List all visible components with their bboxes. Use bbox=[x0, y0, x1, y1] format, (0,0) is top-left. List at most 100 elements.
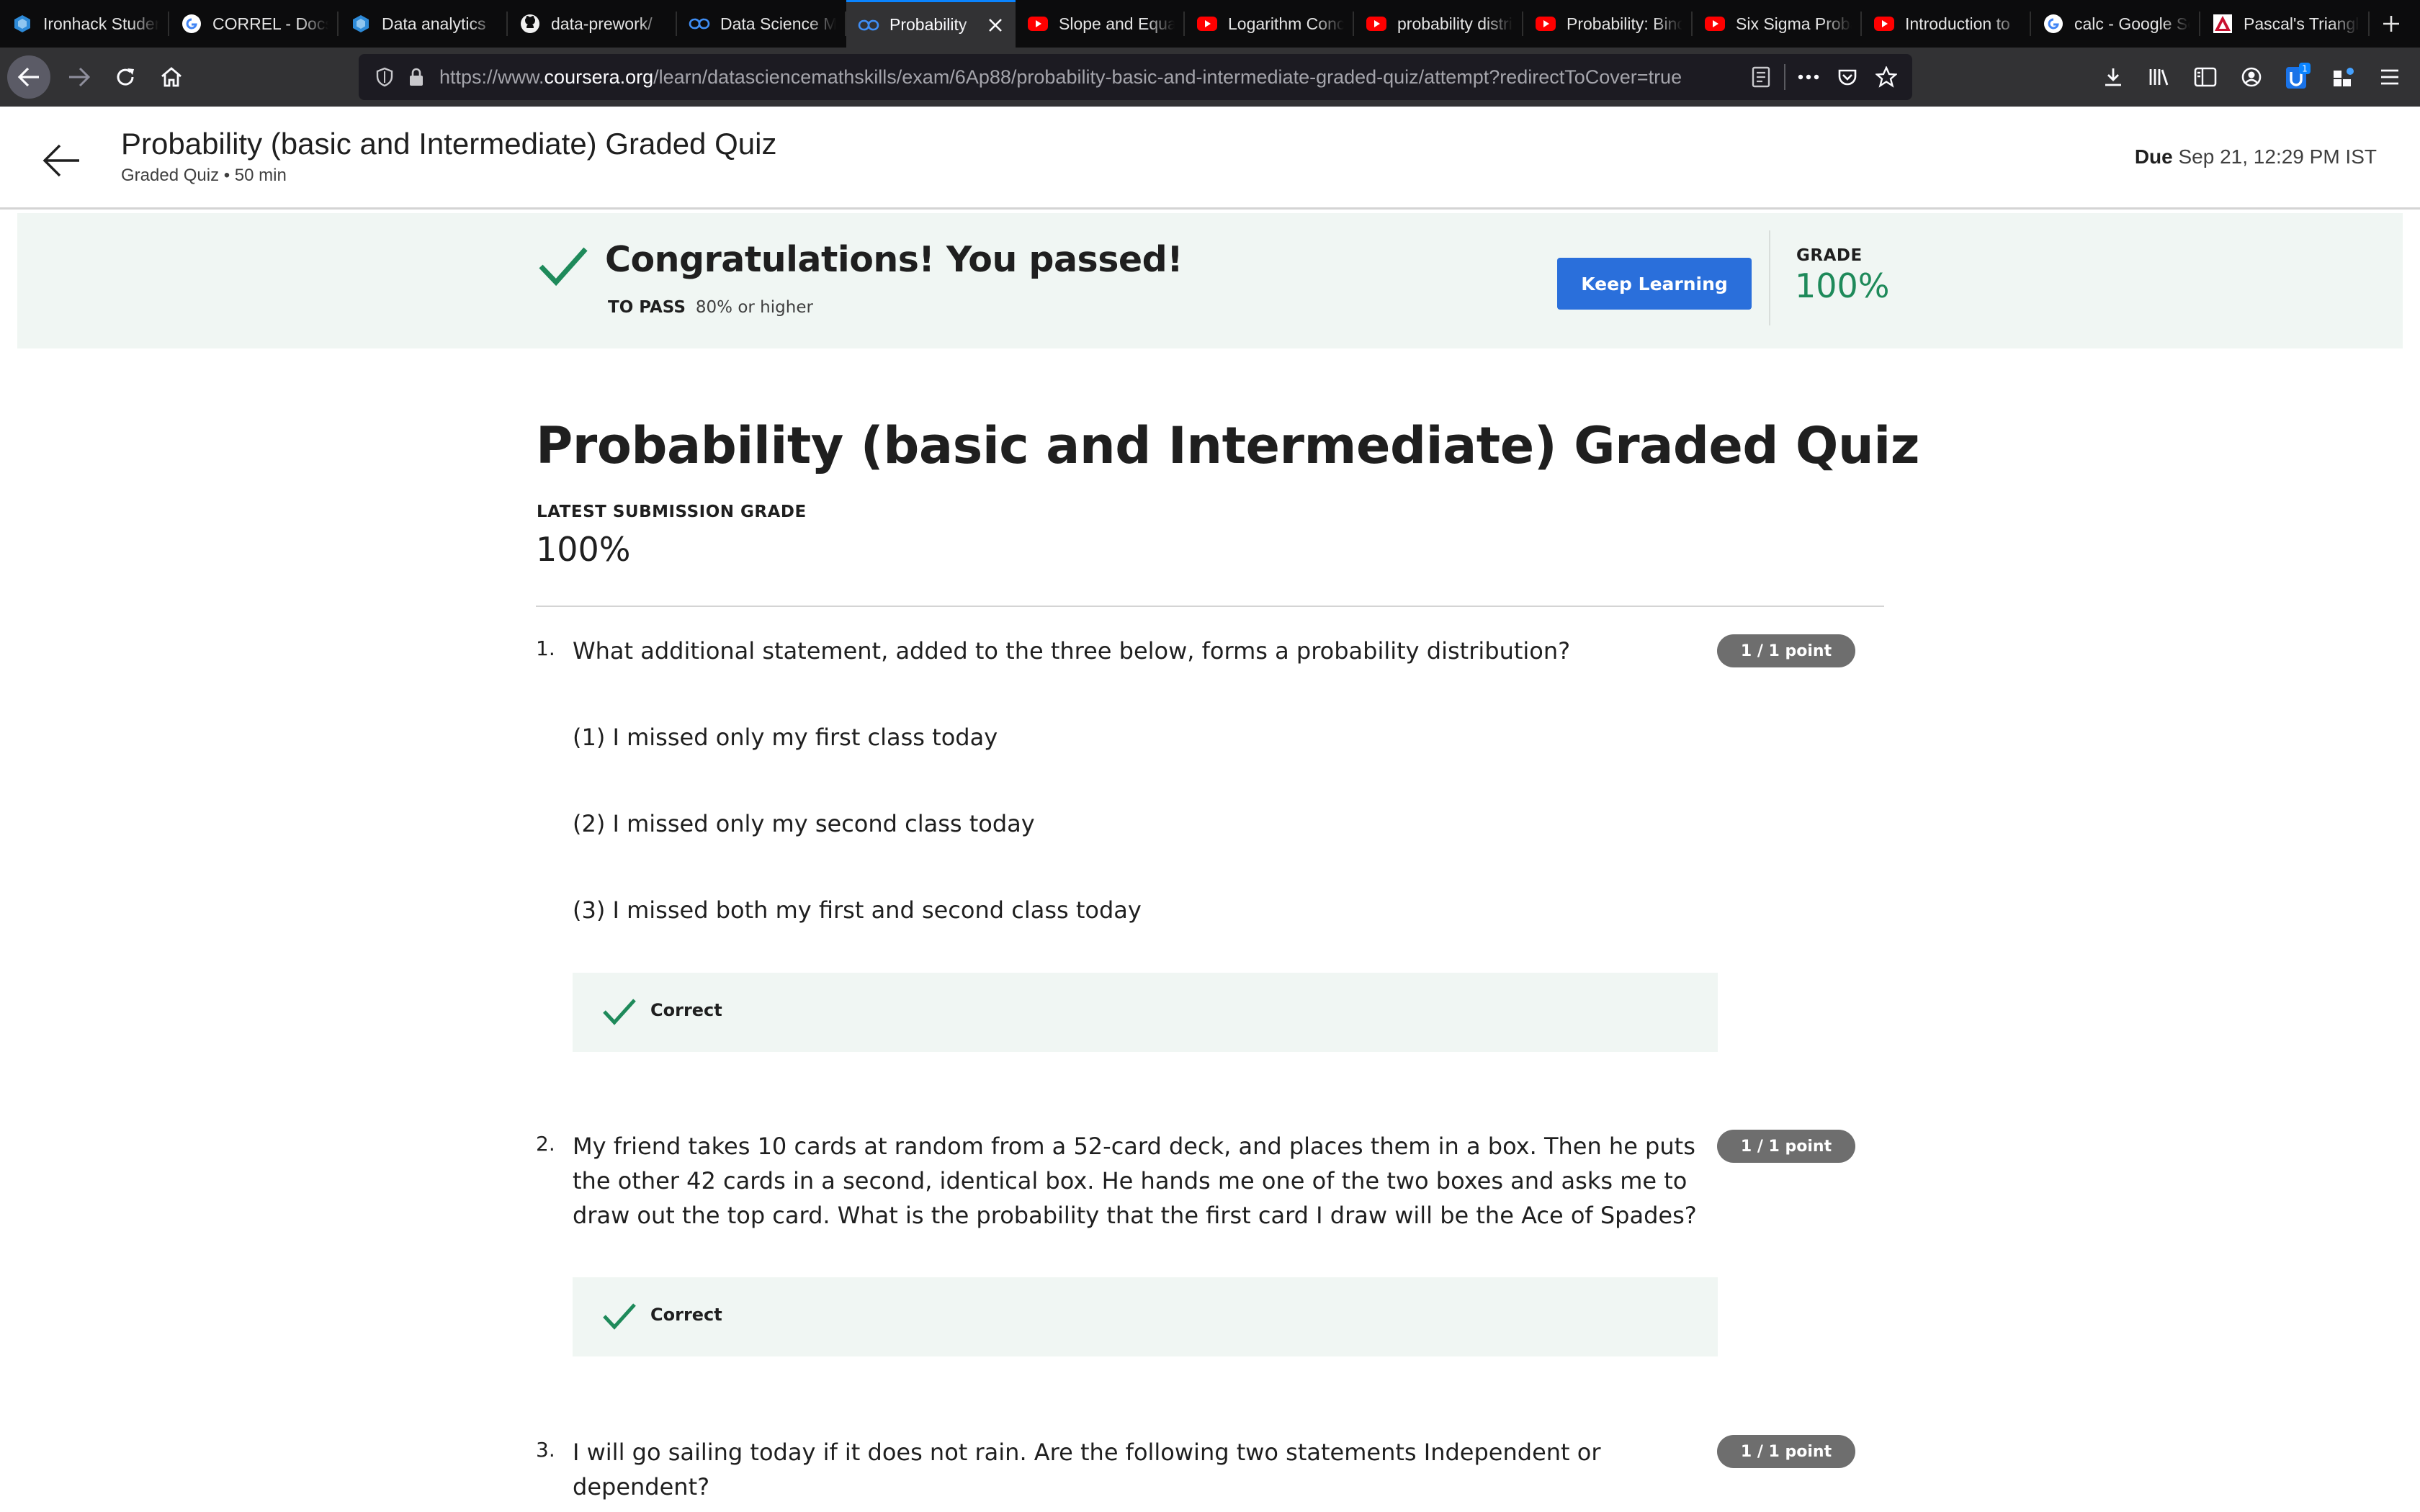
bookmark-star-icon[interactable] bbox=[1870, 61, 1902, 93]
ironhack-icon bbox=[12, 13, 33, 35]
passed-message: Congratulations! You passed! bbox=[605, 239, 1183, 280]
menu-hamburger-icon[interactable] bbox=[2367, 54, 2413, 100]
browser-tab-2[interactable]: Data analytics bbox=[339, 0, 508, 48]
browser-tab-0[interactable]: Ironhack Student Portal bbox=[0, 0, 169, 48]
back-arrow-icon[interactable] bbox=[36, 135, 86, 186]
browser-toolbar: https://www.coursera.org/learn/datascien… bbox=[0, 48, 2420, 107]
forward-button[interactable] bbox=[56, 54, 102, 100]
youtube-icon bbox=[1535, 13, 1556, 35]
downloads-icon[interactable] bbox=[2090, 54, 2136, 100]
tab-title: Probability bbox=[889, 15, 967, 34]
feedback-label: Correct bbox=[650, 1000, 722, 1020]
url-text[interactable]: https://www.coursera.org/learn/datascien… bbox=[439, 66, 1729, 89]
coursera-icon bbox=[858, 14, 879, 36]
due-value: Sep 21, 12:29 PM IST bbox=[2178, 145, 2378, 168]
due-date: Due Sep 21, 12:29 PM IST bbox=[2135, 145, 2377, 168]
correct-feedback: Correct bbox=[573, 973, 1718, 1052]
latest-grade-label: LATEST SUBMISSION GRADE bbox=[537, 503, 807, 521]
browser-tab-7[interactable]: Logarithm Concepts bbox=[1185, 0, 1354, 48]
youtube-icon bbox=[1366, 13, 1387, 35]
youtube-icon bbox=[1873, 13, 1895, 35]
reload-button[interactable] bbox=[102, 54, 148, 100]
browser-tab-bar: Ironhack Student Portal CORREL - Docs Ed… bbox=[0, 0, 2420, 48]
close-tab-icon[interactable] bbox=[985, 15, 1005, 35]
home-button[interactable] bbox=[148, 54, 194, 100]
correct-feedback: Correct bbox=[573, 1277, 1718, 1356]
tab-title: calc - Google Search bbox=[2074, 14, 2190, 33]
browser-tab-8[interactable]: probability distribution bbox=[1354, 0, 1523, 48]
url-bar[interactable]: https://www.coursera.org/learn/datascien… bbox=[359, 54, 1912, 100]
library-icon[interactable] bbox=[2136, 54, 2182, 100]
question-text: What additional statement, added to the … bbox=[573, 637, 1571, 665]
ironhack-icon bbox=[350, 13, 372, 35]
points-badge: 1 / 1 point bbox=[1717, 1130, 1855, 1163]
extension-u-icon[interactable]: 1 bbox=[2275, 54, 2321, 100]
tab-title: Probability: Binomial bbox=[1567, 14, 1682, 33]
reader-view-icon[interactable] bbox=[1745, 61, 1777, 93]
tab-title: CORREL - Docs Editors Help bbox=[212, 14, 328, 33]
lock-icon[interactable] bbox=[400, 61, 432, 93]
grade-label: GRADE bbox=[1796, 246, 1863, 265]
url-path: /learn/datasciencemathskills/exam/6Ap88/… bbox=[653, 66, 1682, 88]
github-icon bbox=[519, 13, 541, 35]
due-label: Due bbox=[2134, 145, 2173, 168]
browser-tab-4[interactable]: Data Science Math Skills bbox=[677, 0, 846, 48]
pocket-icon[interactable] bbox=[1832, 61, 1863, 93]
question-statement: (3) I missed both my first and second cl… bbox=[573, 896, 1142, 924]
question-number: 1. bbox=[536, 636, 555, 660]
points-badge: 1 / 1 point bbox=[1717, 634, 1855, 667]
tracking-shield-icon[interactable] bbox=[369, 61, 400, 93]
google-icon bbox=[181, 13, 202, 35]
browser-tab-12[interactable]: calc - Google Search bbox=[2031, 0, 2200, 48]
browser-tab-13[interactable]: Pascal's Triangle bbox=[2200, 0, 2370, 48]
browser-tab-1[interactable]: CORREL - Docs Editors Help bbox=[169, 0, 339, 48]
browser-tab-11[interactable]: Introduction to bbox=[1862, 0, 2031, 48]
keep-learning-button[interactable]: Keep Learning bbox=[1557, 258, 1752, 310]
tab-title: Ironhack Student Portal bbox=[43, 14, 159, 33]
browser-tab-9[interactable]: Probability: Binomial bbox=[1523, 0, 1693, 48]
question-number: 3. bbox=[536, 1438, 555, 1462]
checkmark-icon bbox=[601, 996, 637, 1027]
checkmark-icon bbox=[537, 245, 589, 288]
question-number: 2. bbox=[536, 1132, 555, 1156]
sidebar-icon[interactable] bbox=[2182, 54, 2228, 100]
banner-divider bbox=[1769, 230, 1770, 325]
new-tab-button[interactable] bbox=[2370, 0, 2413, 48]
browser-tab-3[interactable]: data-prework/ bbox=[508, 0, 677, 48]
grade-value: 100% bbox=[1795, 266, 1890, 305]
browser-tab-5-active[interactable]: Probability bbox=[846, 0, 1016, 48]
points-badge: 1 / 1 point bbox=[1717, 1435, 1855, 1468]
account-icon[interactable] bbox=[2228, 54, 2275, 100]
url-domain: coursera.org bbox=[544, 66, 654, 88]
feedback-label: Correct bbox=[650, 1305, 722, 1325]
tab-title: Data Science Math Skills bbox=[720, 14, 836, 33]
extension-badge-count: 1 bbox=[2302, 64, 2308, 74]
youtube-icon bbox=[1196, 13, 1218, 35]
checkmark-icon bbox=[601, 1300, 637, 1332]
question-statement: (2) I missed only my second class today bbox=[573, 810, 1035, 837]
youtube-icon bbox=[1027, 13, 1049, 35]
passed-banner: Congratulations! You passed! TO PASS 80% … bbox=[17, 213, 2403, 348]
question-statement: (1) I missed only my first class today bbox=[573, 724, 998, 751]
tab-title: Logarithm Concepts bbox=[1228, 14, 1344, 33]
question-text: I will go sailing today if it does not r… bbox=[573, 1439, 1601, 1500]
url-prefix: https://www. bbox=[439, 66, 544, 88]
extensions-icon[interactable] bbox=[2321, 54, 2367, 100]
question-text: My friend takes 10 cards at random from … bbox=[573, 1133, 1697, 1229]
tab-title: probability distribution bbox=[1397, 14, 1513, 33]
youtube-icon bbox=[1704, 13, 1726, 35]
more-actions-icon[interactable] bbox=[1793, 61, 1824, 93]
back-button[interactable] bbox=[7, 55, 50, 99]
tab-title: Slope and Equation bbox=[1059, 14, 1175, 33]
browser-tab-10[interactable]: Six Sigma Probability bbox=[1693, 0, 1862, 48]
google-icon bbox=[2043, 13, 2064, 35]
content-divider bbox=[536, 606, 1884, 607]
browser-tab-6[interactable]: Slope and Equation bbox=[1016, 0, 1185, 48]
tab-title: Six Sigma Probability bbox=[1736, 14, 1852, 33]
tab-title: Data analytics bbox=[382, 14, 486, 33]
coursera-icon bbox=[689, 13, 710, 35]
to-pass-label: TO PASS bbox=[608, 298, 686, 317]
latest-grade-value: 100% bbox=[536, 530, 631, 569]
url-divider bbox=[1784, 64, 1785, 90]
page-subtitle: Graded Quiz • 50 min bbox=[121, 166, 287, 185]
